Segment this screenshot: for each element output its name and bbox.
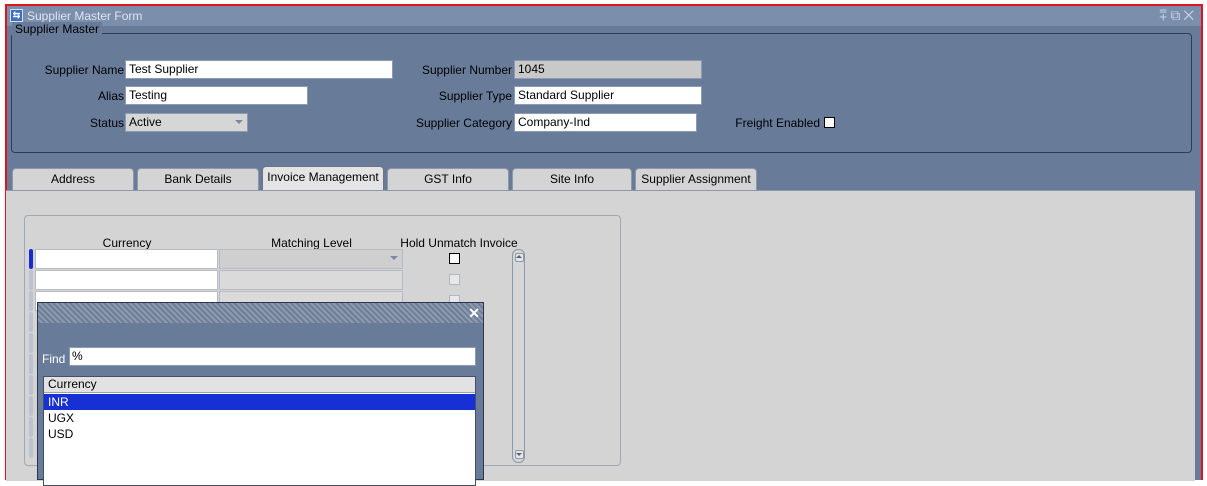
app-icon: ⇆ — [10, 9, 23, 22]
supplier-category-label: Supplier Category — [415, 116, 512, 130]
alias-label: Alias — [97, 89, 124, 103]
hold-unmatch-column-header: Hold Unmatch Invoice — [400, 236, 518, 250]
supplier-category-field[interactable]: Company-Ind — [514, 113, 697, 132]
matching-level-cell[interactable] — [219, 249, 403, 269]
row-marker — [29, 333, 33, 353]
currency-column-header: Currency — [102, 236, 152, 250]
lov-row-usd[interactable]: USD — [44, 426, 475, 442]
window-controls[interactable]: ⩱⧉✕ — [1159, 7, 1197, 24]
supplier-number-field: 1045 — [514, 60, 702, 79]
lov-row-inr[interactable]: INR — [44, 394, 475, 410]
tab-gst-info[interactable]: GST Info — [387, 168, 509, 190]
lov-row-ugx[interactable]: UGX — [44, 410, 475, 426]
scroll-up-icon[interactable] — [515, 253, 524, 262]
title-bar[interactable]: ⇆ Supplier Master Form ⩱⧉✕ — [7, 6, 1201, 26]
freight-enabled-checkbox[interactable] — [824, 117, 835, 128]
row-marker — [29, 291, 33, 311]
row-marker — [29, 375, 33, 395]
supplier-master-legend: Supplier Master — [12, 22, 103, 36]
tab-address[interactable]: Address — [12, 168, 134, 190]
lov-column-header[interactable]: Currency — [44, 377, 475, 393]
tab-invoice-management[interactable]: Invoice Management — [262, 166, 384, 191]
find-input[interactable]: % — [69, 347, 476, 366]
row-marker — [29, 270, 33, 290]
window-title: Supplier Master Form — [27, 9, 143, 23]
chevron-down-icon — [235, 120, 243, 124]
chevron-down-icon — [390, 256, 398, 260]
status-select[interactable]: Active — [125, 113, 248, 132]
supplier-type-field[interactable]: Standard Supplier — [514, 86, 702, 105]
supplier-name-label: Supplier Name — [44, 63, 124, 77]
hold-unmatch-checkbox[interactable] — [449, 274, 460, 285]
row-marker — [29, 354, 33, 374]
scroll-down-icon[interactable] — [515, 450, 524, 459]
supplier-name-field[interactable]: Test Supplier — [125, 60, 393, 79]
currency-cell[interactable] — [35, 270, 218, 290]
row-marker — [29, 312, 33, 332]
currency-cell[interactable] — [35, 249, 218, 269]
current-row-marker — [29, 249, 33, 269]
tab-site-info[interactable]: Site Info — [512, 168, 632, 190]
freight-enabled-label: Freight Enabled — [735, 116, 820, 130]
alias-field[interactable]: Testing — [125, 86, 308, 105]
hold-unmatch-checkbox[interactable] — [449, 253, 460, 264]
lov-title-bar[interactable]: ✕ — [38, 303, 483, 323]
tab-supplier-assignment[interactable]: Supplier Assignment — [635, 168, 757, 190]
matching-level-column-header: Matching Level — [271, 236, 352, 250]
supplier-number-label: Supplier Number — [421, 63, 512, 77]
lov-list[interactable]: Currency INR UGX USD — [43, 376, 476, 486]
row-marker — [29, 438, 33, 458]
find-label: Find — [42, 352, 66, 366]
tab-bank-details[interactable]: Bank Details — [137, 168, 259, 190]
grid-vertical-scrollbar[interactable] — [512, 249, 525, 463]
row-marker — [29, 417, 33, 437]
status-value: Active — [129, 115, 162, 129]
matching-level-cell[interactable] — [219, 270, 403, 290]
close-icon[interactable]: ✕ — [468, 303, 480, 323]
status-label: Status — [89, 116, 124, 130]
supplier-type-label: Supplier Type — [438, 89, 512, 103]
row-marker — [29, 396, 33, 416]
currency-lov-dialog: ✕ Find % Currency INR UGX USD — [37, 302, 484, 486]
